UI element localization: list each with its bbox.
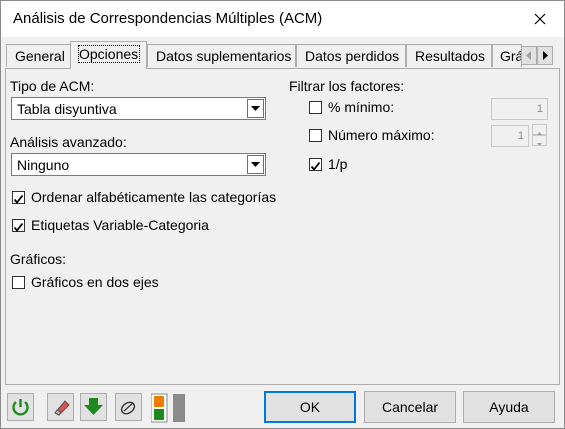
download-arrow-icon [84,398,103,415]
clear-selection-button[interactable] [115,393,142,421]
analisis-avanzado-label: Análisis avanzado: [10,134,127,150]
tab-scroll-right-button[interactable] [537,46,553,65]
reset-button[interactable] [7,393,34,421]
chevron-left-icon [526,51,531,60]
tab-strip: General Opciones Datos suplementarios Da… [1,37,564,69]
tab-label: Opciones [77,45,141,63]
ordenar-checkbox[interactable] [12,191,25,204]
checkmark-icon [310,161,321,171]
etiquetas-label: Etiquetas Variable-Categoria [31,217,209,233]
tab-label: Datos perdidos [305,48,400,64]
dos-ejes-checkbox[interactable] [12,276,25,289]
eraser-button[interactable] [47,393,74,421]
spin-up-button[interactable] [532,124,547,135]
title-bar: Análisis de Correspondencias Múltiples (… [1,1,564,37]
tipo-acm-value: Tabla disyuntiva [17,101,117,117]
window-title: Análisis de Correspondencias Múltiples (… [13,10,323,27]
etiquetas-checkbox[interactable] [12,219,25,232]
dos-ejes-label: Gráficos en dos ejes [31,274,159,290]
tab-general[interactable]: General [6,44,71,67]
analisis-avanzado-dropdown-button[interactable] [247,155,264,174]
cancel-button[interactable]: Cancelar [364,391,456,423]
minimo-label: % mínimo: [328,99,395,115]
split-view-button[interactable] [150,392,187,424]
tab-label: Resultados [415,48,486,64]
options-panel: Tipo de ACM: Tabla disyuntiva Análisis a… [5,68,560,385]
tab-label: Grá [500,48,522,64]
maximo-input[interactable]: 1 [491,125,529,147]
tab-opciones[interactable]: Opciones [70,41,147,69]
close-button[interactable] [520,4,560,34]
dialog-window: Análisis de Correspondencias Múltiples (… [0,0,565,429]
maximo-label: Número máximo: [328,127,435,143]
tab-datos-suplementarios[interactable]: Datos suplementarios [147,44,296,67]
close-icon [534,13,546,25]
help-button[interactable]: Ayuda [463,391,555,423]
ok-button[interactable]: OK [264,391,356,423]
tipo-acm-dropdown-button[interactable] [247,99,264,118]
tab-graficos[interactable]: Grá [492,44,522,67]
analisis-avanzado-value: Ninguno [17,157,70,173]
tipo-acm-label: Tipo de ACM: [10,78,95,94]
split-view-icon [150,393,185,423]
eraser-icon [54,400,70,416]
chevron-down-icon [251,162,260,167]
download-button[interactable] [80,393,107,421]
maximo-checkbox[interactable] [309,129,322,142]
tab-resultados[interactable]: Resultados [406,44,492,67]
minimo-input[interactable]: 1 [491,98,548,120]
tab-label: Datos suplementarios [156,48,292,64]
tipo-acm-select[interactable]: Tabla disyuntiva [11,97,266,120]
chevron-down-icon [537,143,542,146]
chevron-right-icon [543,51,548,60]
maximo-stepper[interactable] [532,124,547,147]
inv-p-checkbox[interactable] [309,158,322,171]
tab-scroll-left-button[interactable] [521,46,537,65]
filtrar-factores-label: Filtrar los factores: [289,78,405,94]
checkmark-icon [13,194,24,204]
graficos-label: Gráficos: [10,251,67,267]
tab-datos-perdidos[interactable]: Datos perdidos [296,44,406,67]
checkmark-icon [13,222,24,232]
spin-down-button[interactable] [532,135,547,146]
clear-selection-icon [120,401,136,415]
analisis-avanzado-select[interactable]: Ninguno [11,153,266,176]
ordenar-label: Ordenar alfabéticamente las categorías [31,189,277,205]
chevron-down-icon [251,106,260,111]
reset-icon [12,399,29,416]
tab-label: General [15,48,65,64]
minimo-checkbox[interactable] [309,101,322,114]
inv-p-label: 1/p [328,156,348,172]
